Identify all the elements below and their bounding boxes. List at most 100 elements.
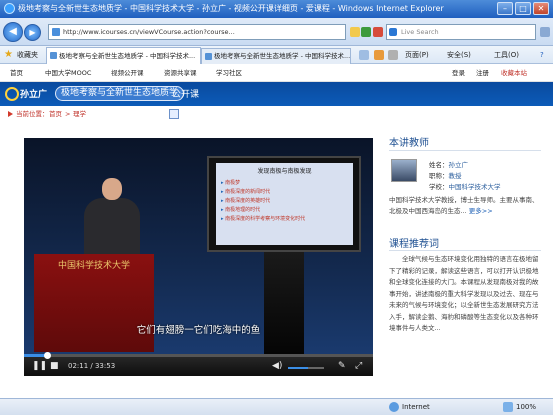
lecture-slide: 发现南极与南极发现 南极梦 南极深度的新闻时代 南极深度的英雄时代 南极地理的时… xyxy=(216,163,353,245)
ie-logo-icon xyxy=(4,3,15,14)
title-label: 职称： xyxy=(429,172,449,180)
volume-icon[interactable]: ◀) xyxy=(272,360,282,372)
teacher-school[interactable]: 中国科学技术大学 xyxy=(449,183,501,191)
nav-home[interactable]: 首页 xyxy=(10,64,23,82)
video-player[interactable]: 中国科学技术大学 发现南极与南极发现 南极梦 南极深度的新闻时代 南极深度的英雄… xyxy=(24,138,373,376)
address-toolbar: ◀ ▶ http://www.icourses.cn/viewVCourse.a… xyxy=(0,18,553,46)
teacher-description: 中国科学技术大学教授，博士生导师。主要从事南、北极及中国西海岛的生态... 更多… xyxy=(389,195,541,217)
url-text: http://www.icourses.cn/viewVCourse.actio… xyxy=(63,28,235,36)
volume-fill xyxy=(288,367,308,369)
teacher-heading: 本讲教师 xyxy=(389,138,429,149)
slide-title: 发现南极与南极发现 xyxy=(257,168,312,175)
breadcrumb-prefix: 当前位置： xyxy=(16,110,49,118)
tab-active[interactable]: 极地考察与全新世生态地质学 - 中国科学技术... xyxy=(46,47,201,64)
breadcrumb-sep: > xyxy=(65,110,71,118)
name-label: 姓名： xyxy=(429,161,449,169)
video-subtitle: 它们有翅膀一它们吃海中的鱼 xyxy=(136,325,261,336)
safety-menu[interactable]: 安全(S) xyxy=(447,46,471,64)
lecturer-head xyxy=(102,178,122,200)
video-controls: ❚❚ ■ 02:11 / 33:53 ◀) ✎ ⤢ xyxy=(24,352,373,376)
favorites-label[interactable]: 收藏夹 xyxy=(17,46,38,64)
internet-zone-icon xyxy=(389,402,399,412)
tab-label: 极地考察与全新世生态地质学 - 中国科学技术... xyxy=(214,52,351,60)
breadcrumb-arrow-icon xyxy=(8,111,13,117)
video-time: 02:11 / 33:53 xyxy=(68,362,116,370)
progress-knob[interactable] xyxy=(43,352,51,359)
recommend-text: 全球气候与生态环境变化用独特的语言在极地留下了精彩的记录，解读这些语言，可以打开… xyxy=(389,255,539,332)
zoom-icon[interactable] xyxy=(503,402,513,412)
print-icon[interactable] xyxy=(388,50,398,60)
teacher-school-row: 学校：中国科学技术大学 xyxy=(429,181,501,191)
school-label: 学校： xyxy=(429,183,449,191)
minimize-button[interactable]: – xyxy=(497,2,513,15)
zone-label: Internet xyxy=(402,403,430,411)
search-go-icon[interactable] xyxy=(540,27,550,37)
slide-item: 南极深度的新闻时代 xyxy=(221,188,348,197)
course-logo-icon xyxy=(5,87,19,101)
settings-icon[interactable]: ✎ xyxy=(338,360,346,372)
nav-video-course[interactable]: 视频公开课 xyxy=(111,64,144,82)
teacher-title: 教授 xyxy=(448,172,462,180)
slide-item: 南极梦 xyxy=(221,179,348,188)
window-titlebar: 极地考察与全新世生态地质学 - 中国科学技术大学 - 孙立广 - 视频公开课详细… xyxy=(0,0,553,18)
window-title: 极地考察与全新世生态地质学 - 中国科学技术大学 - 孙立广 - 视频公开课详细… xyxy=(18,4,444,13)
nav-mooc[interactable]: 中国大学MOOC xyxy=(45,64,91,82)
search-placeholder: Live Search xyxy=(401,28,439,36)
nav-resource-course[interactable]: 资源共享课 xyxy=(164,64,197,82)
breadcrumb: 当前位置： 首页 > 理学 xyxy=(0,106,553,122)
stop-icon[interactable] xyxy=(373,27,383,37)
login-link[interactable]: 登录 xyxy=(452,64,465,82)
banner-course-type: 公开课 xyxy=(172,90,200,100)
address-input[interactable]: http://www.icourses.cn/viewVCourse.actio… xyxy=(48,24,346,40)
close-button[interactable]: ✕ xyxy=(533,2,549,15)
page-icon xyxy=(52,28,60,36)
tab-inactive[interactable]: 极地考察与全新世生态地质学 - 中国科学技术... xyxy=(201,48,351,64)
more-link[interactable]: 更多>> xyxy=(469,207,493,215)
refresh-icon[interactable] xyxy=(361,27,371,37)
favorite-site-link[interactable]: 收藏本站 xyxy=(501,64,527,82)
teacher-photo xyxy=(391,159,417,182)
breadcrumb-home[interactable]: 首页 xyxy=(49,106,62,122)
nav-community[interactable]: 学习社区 xyxy=(216,64,242,82)
tab-label: 极地考察与全新世生态地质学 - 中国科学技术... xyxy=(59,52,196,60)
teacher-name-row: 姓名：孙立广 xyxy=(429,159,468,169)
volume-slider[interactable] xyxy=(288,367,324,369)
fullscreen-icon[interactable]: ⤢ xyxy=(355,360,362,372)
help-menu[interactable]: ? xyxy=(540,46,544,64)
slide-item: 南极深度的英雄时代 xyxy=(221,197,348,206)
site-nav: 首页 中国大学MOOC 视频公开课 资源共享课 学习社区 登录 注册 收藏本站 xyxy=(0,64,553,82)
favorites-bar: ★ 收藏夹 极地考察与全新世生态地质学 - 中国科学技术... 极地考察与全新世… xyxy=(0,46,553,64)
status-bar: Internet 100% xyxy=(0,398,553,415)
forward-button[interactable]: ▶ xyxy=(24,24,41,41)
breadcrumb-category[interactable]: 理学 xyxy=(73,106,86,122)
search-input[interactable]: Live Search xyxy=(386,24,536,40)
divider xyxy=(389,150,541,151)
favorites-star-icon[interactable]: ★ xyxy=(4,50,13,60)
podium-text: 中国科学技术大学 xyxy=(57,261,130,271)
teacher-title-row: 职称：教授 xyxy=(429,170,462,180)
register-link[interactable]: 注册 xyxy=(476,64,489,82)
zoom-level[interactable]: 100% xyxy=(516,399,536,415)
divider xyxy=(389,250,541,251)
slide-item: 南极地理的时代 xyxy=(221,206,348,215)
maximize-button[interactable]: □ xyxy=(515,2,531,15)
share-icon[interactable] xyxy=(169,109,179,119)
tab-page-icon xyxy=(50,52,57,59)
slide-item: 南极深度的科学考察与环境变化时代 xyxy=(221,215,348,224)
stop-icon[interactable]: ■ xyxy=(50,360,59,372)
feeds-icon[interactable] xyxy=(374,50,384,60)
page-menu[interactable]: 页面(P) xyxy=(405,46,429,64)
tab-page-icon xyxy=(205,53,212,60)
teacher-description-text: 中国科学技术大学教授，博士生导师。主要从事南、北极及中国西海岛的生态... xyxy=(389,196,539,215)
pause-icon[interactable]: ❚❚ xyxy=(32,360,47,372)
progress-bar[interactable] xyxy=(24,352,373,359)
live-search-icon xyxy=(389,28,397,36)
banner-teacher-name: 孙立广 xyxy=(20,90,48,100)
projector-stand xyxy=(264,252,304,354)
home-icon[interactable] xyxy=(359,50,369,60)
tools-menu[interactable]: 工具(O) xyxy=(494,46,519,64)
recommend-heading: 课程推荐词 xyxy=(389,239,439,250)
back-button[interactable]: ◀ xyxy=(3,22,23,42)
compat-icon[interactable] xyxy=(350,27,360,37)
teacher-name[interactable]: 孙立广 xyxy=(449,161,469,169)
